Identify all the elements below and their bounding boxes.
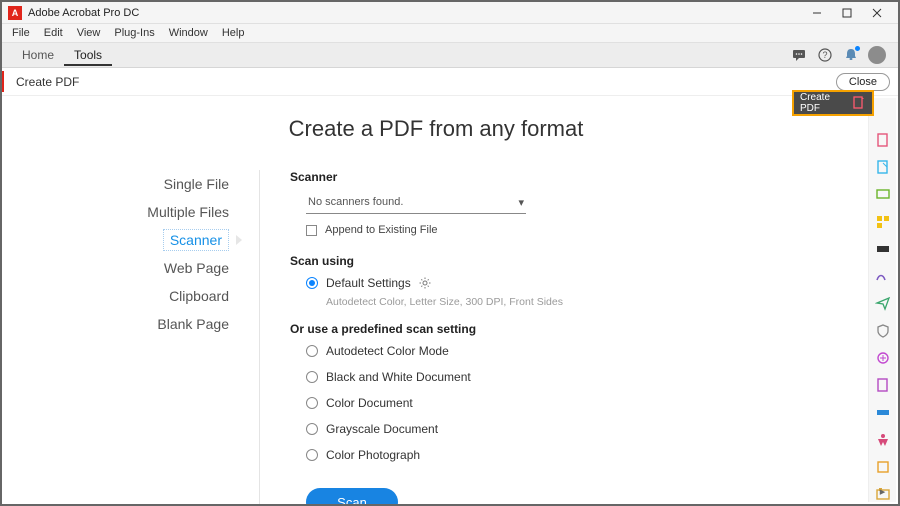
default-settings-radio[interactable] bbox=[306, 277, 318, 289]
maximize-button[interactable] bbox=[832, 4, 862, 22]
append-checkbox[interactable] bbox=[306, 225, 317, 236]
tool-title: Create PDF bbox=[16, 75, 79, 89]
minimize-button[interactable] bbox=[802, 4, 832, 22]
option-single-file[interactable]: Single File bbox=[24, 170, 229, 198]
scanner-heading: Scanner bbox=[290, 170, 848, 184]
option-multiple-files[interactable]: Multiple Files bbox=[24, 198, 229, 226]
menu-view[interactable]: View bbox=[71, 26, 107, 40]
option-autodetect-label: Autodetect Color Mode bbox=[326, 344, 449, 358]
page-title: Create a PDF from any format bbox=[24, 116, 848, 142]
right-rail-create-pdf-active[interactable]: Create PDF bbox=[792, 90, 874, 116]
option-web-page[interactable]: Web Page bbox=[24, 254, 229, 282]
svg-text:?: ? bbox=[822, 50, 827, 60]
menu-window[interactable]: Window bbox=[163, 26, 214, 40]
right-tool-rail: ▸ bbox=[868, 98, 896, 502]
rail-compare-icon[interactable] bbox=[874, 350, 892, 366]
option-colordoc-row[interactable]: Color Document bbox=[306, 396, 848, 410]
menu-edit[interactable]: Edit bbox=[38, 26, 69, 40]
scanner-panel: Scanner No scanners found. ▾ Append to E… bbox=[290, 170, 848, 506]
option-bw-label: Black and White Document bbox=[326, 370, 471, 384]
account-avatar[interactable] bbox=[866, 44, 888, 66]
chevron-down-icon: ▾ bbox=[518, 196, 524, 209]
rail-redact-icon[interactable] bbox=[874, 241, 892, 257]
tool-header: Create PDF Close bbox=[2, 68, 898, 96]
divider bbox=[259, 170, 260, 506]
default-settings-hint: Autodetect Color, Letter Size, 300 DPI, … bbox=[326, 296, 848, 308]
option-bw-row[interactable]: Black and White Document bbox=[306, 370, 848, 384]
rail-send-icon[interactable] bbox=[874, 295, 892, 311]
rail-protect-icon[interactable] bbox=[874, 323, 892, 339]
scanner-value: No scanners found. bbox=[308, 196, 403, 209]
notifications-icon[interactable] bbox=[840, 44, 862, 66]
option-blank-page[interactable]: Blank Page bbox=[24, 310, 229, 338]
rail-export-icon[interactable] bbox=[874, 132, 892, 148]
tab-tools[interactable]: Tools bbox=[64, 44, 112, 66]
rail-comment-icon[interactable] bbox=[874, 186, 892, 202]
option-grayscale-row[interactable]: Grayscale Document bbox=[306, 422, 848, 436]
option-colorphoto-row[interactable]: Color Photograph bbox=[306, 448, 848, 462]
source-options: Single File Multiple Files Scanner Web P… bbox=[24, 170, 259, 506]
tabrow: Home Tools ? bbox=[2, 42, 898, 68]
option-colordoc-label: Color Document bbox=[326, 396, 413, 410]
right-rail-create-pdf-label: Create PDF bbox=[800, 92, 852, 114]
default-settings-row[interactable]: Default Settings bbox=[306, 276, 848, 290]
main-content: Create a PDF from any format Single File… bbox=[4, 98, 868, 502]
gear-icon[interactable] bbox=[419, 277, 431, 289]
app-icon: A bbox=[8, 6, 22, 20]
append-checkbox-row[interactable]: Append to Existing File bbox=[306, 224, 848, 236]
option-clipboard[interactable]: Clipboard bbox=[24, 282, 229, 310]
option-scanner[interactable]: Scanner bbox=[163, 229, 229, 251]
rail-accessibility-icon[interactable] bbox=[874, 431, 892, 447]
scanner-dropdown[interactable]: No scanners found. ▾ bbox=[306, 192, 526, 214]
titlebar: A Adobe Acrobat Pro DC bbox=[2, 2, 898, 24]
rail-expand-arrow[interactable]: ▸ bbox=[880, 485, 886, 498]
predefined-heading: Or use a predefined scan setting bbox=[290, 322, 848, 336]
rail-sign-icon[interactable] bbox=[874, 268, 892, 284]
option-autodetect-radio[interactable] bbox=[306, 345, 318, 357]
tab-home[interactable]: Home bbox=[12, 44, 64, 66]
rail-measure-icon[interactable] bbox=[874, 404, 892, 420]
menu-plugins[interactable]: Plug-Ins bbox=[108, 26, 160, 40]
menubar: File Edit View Plug-Ins Window Help bbox=[2, 24, 898, 42]
help-icon[interactable]: ? bbox=[814, 44, 836, 66]
scan-button[interactable]: Scan bbox=[306, 488, 398, 506]
default-settings-label: Default Settings bbox=[326, 276, 411, 290]
scan-using-heading: Scan using bbox=[290, 254, 848, 268]
option-colordoc-radio[interactable] bbox=[306, 397, 318, 409]
option-autodetect-row[interactable]: Autodetect Color Mode bbox=[306, 344, 848, 358]
close-button[interactable]: Close bbox=[836, 73, 890, 91]
create-pdf-icon bbox=[852, 96, 866, 110]
rail-edit-icon[interactable] bbox=[874, 159, 892, 175]
app-title: Adobe Acrobat Pro DC bbox=[28, 7, 139, 19]
rail-stamp-icon[interactable] bbox=[874, 377, 892, 393]
menu-help[interactable]: Help bbox=[216, 26, 251, 40]
rail-organize-icon[interactable] bbox=[874, 214, 892, 230]
close-window-button[interactable] bbox=[862, 4, 892, 22]
menu-file[interactable]: File bbox=[6, 26, 36, 40]
option-colorphoto-radio[interactable] bbox=[306, 449, 318, 461]
option-colorphoto-label: Color Photograph bbox=[326, 448, 420, 462]
option-grayscale-radio[interactable] bbox=[306, 423, 318, 435]
option-bw-radio[interactable] bbox=[306, 371, 318, 383]
option-grayscale-label: Grayscale Document bbox=[326, 422, 438, 436]
rail-action-icon[interactable] bbox=[874, 459, 892, 475]
chat-icon[interactable] bbox=[788, 44, 810, 66]
append-label: Append to Existing File bbox=[325, 224, 438, 236]
